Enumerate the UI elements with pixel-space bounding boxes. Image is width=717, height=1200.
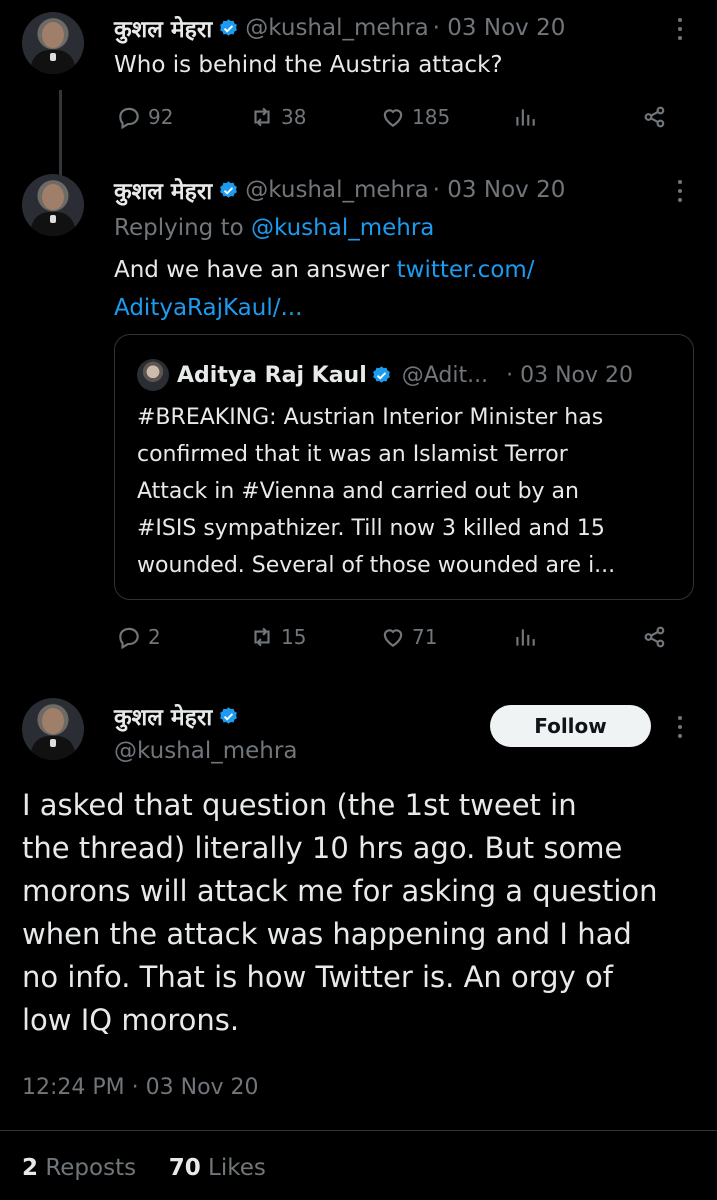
heart-icon: [383, 629, 403, 647]
repost-icon: [254, 627, 270, 647]
main-tweet-line: the thread) literally 10 hrs ago. But so…: [22, 831, 623, 865]
quote-line: Attack in #Vienna and carried out by an: [137, 479, 579, 504]
reply-icon: [119, 107, 139, 130]
avatar[interactable]: [22, 174, 84, 236]
author-name[interactable]: कुशल मेहरा: [114, 700, 212, 732]
tweet-text-prefix: And we have an answer: [114, 257, 397, 283]
reply-button[interactable]: 92: [116, 104, 173, 130]
verified-badge-icon: [372, 365, 390, 383]
like-count: 71: [412, 625, 438, 649]
verified-badge-icon: [220, 706, 238, 724]
tweet-timestamp[interactable]: 12:24 PM · 03 Nov 20: [22, 1075, 259, 1100]
share-button[interactable]: [642, 104, 668, 130]
author-name[interactable]: कुशल मेहरा: [114, 174, 212, 206]
author-handle[interactable]: @kushal_mehra: [245, 15, 428, 41]
views-button[interactable]: [512, 624, 538, 650]
views-button[interactable]: [512, 104, 538, 130]
share-icon: [644, 626, 665, 648]
reply-count: 92: [148, 105, 174, 129]
quote-avatar: [137, 359, 169, 391]
views-icon: [516, 629, 535, 646]
main-tweet-line: no info. That is how Twitter is. An orgy…: [22, 960, 613, 994]
reply-count: 2: [148, 625, 161, 649]
quoted-tweet[interactable]: Aditya Raj Kaul @Adit... · 03 Nov 20 #BR…: [114, 334, 694, 600]
likes-count: 70: [168, 1155, 201, 1181]
tweet-header: कुशल मेहरा @kushal_mehra · 03 Nov 20: [114, 12, 565, 44]
tweet-link-line2[interactable]: AdityaRajKaul/...: [114, 295, 302, 321]
quote-line: wounded. Several of those wounded are i.…: [137, 553, 616, 578]
follow-button[interactable]: Follow: [490, 705, 651, 747]
repost-count: 38: [281, 105, 307, 129]
avatar[interactable]: [22, 12, 84, 74]
reposts-label: Reposts: [45, 1155, 137, 1181]
verified-badge-icon: [220, 180, 238, 198]
share-icon: [644, 106, 665, 128]
replying-to: Replying to @kushal_mehra: [114, 209, 434, 247]
quote-author-name: Aditya Raj Kaul: [177, 362, 367, 388]
thread-line: [59, 90, 62, 180]
quote-text: #BREAKING: Austrian Interior Minister ha…: [137, 399, 615, 584]
divider: [0, 1130, 717, 1131]
likes-stat[interactable]: 70 Likes: [169, 1155, 266, 1181]
tweet-date[interactable]: · 03 Nov 20: [433, 177, 566, 203]
quote-date: · 03 Nov 20: [506, 362, 634, 388]
more-icon[interactable]: [678, 716, 682, 738]
quote-line: confirmed that it was an Islamist Terror: [137, 442, 568, 467]
quote-header: Aditya Raj Kaul @Adit... · 03 Nov 20: [137, 359, 633, 391]
repost-count: 15: [281, 625, 307, 649]
more-icon[interactable]: [678, 180, 682, 202]
author-handle[interactable]: @kushal_mehra: [114, 738, 297, 764]
tweet-header: कुशल मेहरा @kushal_mehra · 03 Nov 20: [114, 174, 565, 206]
main-tweet-line: morons will attack me for asking a quest…: [22, 874, 658, 908]
engagement-stats: 2 Reposts 70 Likes: [22, 1155, 266, 1181]
like-button[interactable]: 185: [380, 104, 450, 130]
share-button[interactable]: [642, 624, 668, 650]
repost-icon: [254, 107, 270, 127]
like-count: 185: [412, 105, 451, 129]
tweet-date[interactable]: · 03 Nov 20: [433, 15, 566, 41]
repost-button[interactable]: 38: [249, 104, 306, 130]
author-handle[interactable]: @kushal_mehra: [245, 177, 428, 203]
reposts-stat[interactable]: 2 Reposts: [22, 1155, 136, 1181]
likes-label: Likes: [208, 1155, 266, 1181]
more-icon[interactable]: [678, 18, 682, 40]
main-tweet-text: I asked that question (the 1st tweet in …: [22, 784, 658, 1042]
tweet-text: And we have an answer twitter.com/ Adity…: [114, 251, 674, 327]
heart-icon: [383, 109, 403, 127]
avatar[interactable]: [22, 698, 84, 760]
verified-badge-icon: [220, 18, 238, 36]
like-button[interactable]: 71: [380, 624, 437, 650]
replying-prefix: Replying to: [114, 215, 251, 241]
repost-button[interactable]: 15: [249, 624, 306, 650]
replying-handle-link[interactable]: @kushal_mehra: [251, 215, 434, 241]
reply-button[interactable]: 2: [116, 624, 161, 650]
reposts-count: 2: [22, 1155, 39, 1181]
main-tweet-line: I asked that question (the 1st tweet in: [22, 788, 577, 822]
main-tweet-line: when the attack was happening and I had: [22, 917, 632, 951]
tweet-text: Who is behind the Austria attack?: [114, 52, 503, 78]
quote-author-handle: @Adit...: [401, 362, 489, 388]
author-name[interactable]: कुशल मेहरा: [114, 12, 212, 44]
views-icon: [516, 109, 535, 126]
main-author: कुशल मेहरा @kushal_mehra: [114, 700, 297, 764]
reply-icon: [119, 627, 139, 650]
main-tweet-line: low IQ morons.: [22, 1003, 240, 1037]
quote-line: #ISIS sympathizer. Till now 3 killed and…: [137, 516, 605, 541]
quote-line: #BREAKING: Austrian Interior Minister ha…: [137, 405, 604, 430]
tweet-link-line1[interactable]: twitter.com/: [397, 257, 535, 283]
